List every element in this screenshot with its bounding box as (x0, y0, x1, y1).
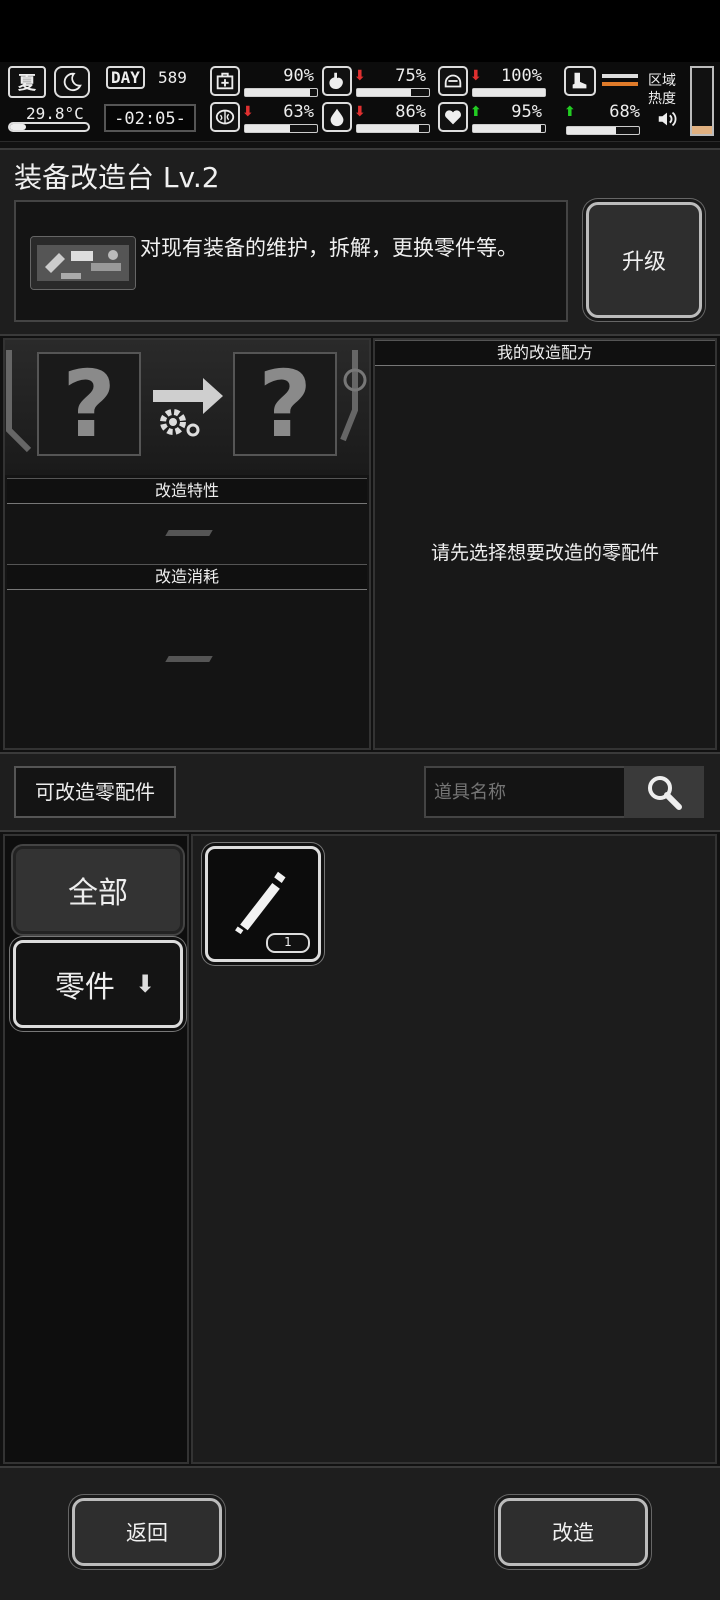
stat-mood-bar (472, 124, 546, 133)
stat-hunger-bar (356, 88, 430, 97)
trend-down-icon: ⬇ (354, 68, 366, 84)
stat-hunger: ⬇ 75% (322, 66, 434, 102)
helmet-icon (438, 66, 468, 96)
category-parts-label: 零件 (54, 970, 115, 1005)
stat-mood: ⬆ 95% (438, 102, 550, 138)
survival-hud: 夏 29.8°C DAY 589 -02:05- 90% ⬇ 75% ⬇ 100% ⬇ 63… (0, 62, 720, 142)
day-number: 589 (158, 68, 187, 87)
stat-armor: ⬇ 100% (438, 66, 550, 102)
traits-empty-dash (165, 530, 213, 536)
stat-armor-bar (472, 88, 546, 97)
zone-heat-label: 区域 热度 (648, 73, 676, 107)
zone-heat-block: 区域 热度 (648, 64, 718, 138)
station-description-box: 对现有装备的维护，拆解，更换零件等。 (14, 200, 568, 322)
day-time-block: DAY 589 -02:05- (104, 66, 198, 138)
zone-heat-meter (690, 66, 714, 136)
modify-button-label: 改造 (552, 1521, 594, 1545)
category-parts[interactable]: 零件 ⬇ (13, 940, 183, 1028)
temperature: 29.8°C (26, 104, 84, 123)
heart-icon (438, 102, 468, 132)
cost-empty-dash (165, 656, 213, 662)
station-title: 装备改造台 Lv.2 (14, 161, 220, 194)
stat-hunger-value: 75% (395, 66, 426, 86)
stamina-block: ⬆ 68% (564, 66, 642, 138)
season-block: 夏 29.8°C (6, 66, 96, 138)
thermometer-icon (8, 122, 90, 132)
stat-health-value: 90% (283, 66, 314, 86)
recipes-panel: 我的改造配方 请先选择想要改造的零配件 (373, 338, 717, 750)
day-badge: DAY (106, 66, 145, 89)
modify-input-slot[interactable]: ? (37, 351, 141, 458)
footer-bar: 返回 改造 (0, 1466, 720, 1600)
upgrade-button[interactable]: 升级 (586, 202, 702, 318)
convert-gear-icon (151, 370, 225, 440)
category-sidebar: 全部 零件 ⬇ (3, 834, 189, 1464)
moon-icon (54, 66, 90, 98)
stat-grid: 90% ⬇ 75% ⬇ 100% ⬇ 63% ⬇ 86% ⬆ 95% (210, 62, 555, 142)
stat-health-bar (244, 88, 318, 97)
system-status-strip (0, 0, 720, 62)
stat-sanity-value: 63% (283, 102, 314, 122)
inventory-grid: 1 (191, 834, 717, 1464)
modifiable-parts-tab[interactable]: 可改造零配件 (14, 766, 176, 818)
trend-up-icon: ⬆ (470, 104, 482, 120)
stat-mood-value: 95% (511, 102, 542, 122)
modify-button[interactable]: 改造 (498, 1498, 648, 1566)
clock-display: -02:05- (104, 104, 196, 132)
stat-sanity-bar (244, 124, 318, 133)
recipes-title: 我的改造配方 (375, 340, 715, 366)
back-button-label: 返回 (126, 1521, 168, 1545)
search-icon (648, 776, 682, 810)
recipes-empty-hint: 请先选择想要改造的零配件 (430, 542, 659, 564)
search-input[interactable] (424, 766, 626, 818)
category-all[interactable]: 全部 (13, 846, 183, 934)
traits-title: 改造特性 (7, 478, 367, 504)
season-badge: 夏 (8, 66, 46, 98)
stamina-bar (566, 126, 640, 135)
stat-thirst: ⬇ 86% (322, 102, 434, 138)
search-button[interactable] (624, 766, 704, 818)
stomach-icon (322, 66, 352, 96)
cost-title: 改造消耗 (7, 564, 367, 590)
upgrade-button-label: 升级 (621, 250, 666, 275)
modify-output-slot: ? (233, 351, 337, 458)
trend-down-icon: ⬇ (242, 104, 254, 120)
item-count-badge: 1 (266, 933, 310, 953)
modify-panel: ? ? 改造特性 改造消耗 (3, 338, 371, 750)
medkit-icon (210, 66, 240, 96)
stamina-bars-icon (602, 74, 638, 90)
trend-down-icon: ⬇ (354, 104, 366, 120)
station-description: 对现有装备的维护，拆解，更换零件等。 (140, 236, 518, 260)
arrow-down-icon: ⬇ (134, 970, 156, 998)
trend-down-icon: ⬇ (470, 68, 482, 84)
speaker-icon[interactable] (656, 108, 680, 130)
boot-icon (564, 66, 596, 96)
workbench-image (30, 236, 136, 290)
stat-health: 90% (210, 66, 322, 102)
station-header-panel: 装备改造台 Lv.2 对现有装备的维护，拆解，更换零件等。 升级 (0, 148, 720, 336)
water-drop-icon (322, 102, 352, 132)
stat-sanity: ⬇ 63% (210, 102, 322, 138)
filter-bar: 可改造零配件 (0, 752, 720, 832)
stamina-value: 68% (609, 102, 640, 122)
back-button[interactable]: 返回 (72, 1498, 222, 1566)
stat-thirst-bar (356, 124, 430, 133)
brain-icon (210, 102, 240, 132)
trend-up-icon: ⬆ (564, 104, 576, 120)
stat-armor-value: 100% (501, 66, 542, 86)
stat-thirst-value: 86% (395, 102, 426, 122)
inventory-item[interactable]: 1 (205, 846, 321, 962)
category-all-label: 全部 (68, 876, 128, 911)
